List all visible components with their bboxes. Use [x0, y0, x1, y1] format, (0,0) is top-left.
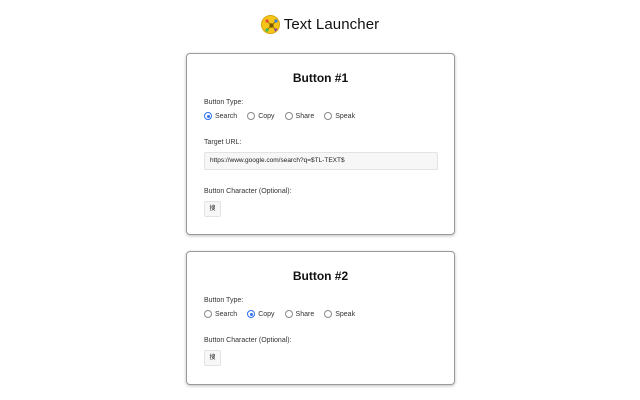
button-character-input[interactable]: 搜 — [204, 350, 221, 366]
text-launcher-logo-icon — [260, 14, 280, 34]
button-2-card: Button #2 Button Type: Search Copy Share… — [186, 251, 455, 385]
radio-option-copy[interactable]: Copy — [247, 310, 275, 318]
radio-option-search[interactable]: Search — [204, 112, 237, 120]
radio-option-search[interactable]: Search — [204, 310, 237, 318]
button-type-label: Button Type: — [204, 297, 244, 304]
radio-label-speak: Speak — [335, 112, 356, 120]
radio-option-share[interactable]: Share — [284, 310, 315, 318]
radio-option-speak[interactable]: Speak — [324, 112, 355, 120]
radio-option-speak[interactable]: Speak — [324, 310, 355, 318]
radio-share[interactable] — [284, 112, 293, 120]
button-character-label: Button Character (Optional): — [204, 337, 292, 344]
radio-share[interactable] — [284, 310, 293, 318]
radio-label-share: Share — [295, 310, 315, 318]
radio-label-copy: Copy — [258, 310, 275, 318]
button-character-label: Button Character (Optional): — [204, 188, 292, 195]
app-title: Text Launcher — [283, 15, 380, 33]
button-type-label: Button Type: — [204, 99, 244, 106]
target-url-input[interactable]: https://www.google.com/search?q=$TL-TEXT… — [204, 152, 438, 170]
radio-search[interactable] — [204, 112, 212, 120]
button-1-card: Button #1 Button Type: Search Copy Share… — [186, 53, 455, 235]
radio-copy[interactable] — [247, 112, 256, 120]
card-title: Button #2 — [292, 269, 349, 283]
button-type-radio-group: Search Copy Share Speak — [204, 310, 355, 318]
button-character-input[interactable]: 搜 — [204, 201, 221, 217]
radio-copy[interactable] — [247, 310, 256, 318]
card-title: Button #1 — [292, 71, 349, 85]
radio-speak[interactable] — [324, 310, 333, 318]
radio-search[interactable] — [204, 310, 212, 318]
target-url-label: Target URL: — [204, 139, 242, 146]
button-type-radio-group: Search Copy Share Speak — [204, 112, 355, 120]
radio-label-search: Search — [215, 112, 238, 120]
radio-label-share: Share — [295, 112, 315, 120]
radio-option-share[interactable]: Share — [284, 112, 315, 120]
radio-speak[interactable] — [324, 112, 333, 120]
radio-label-search: Search — [215, 310, 238, 318]
app-header: Text Launcher — [0, 12, 640, 36]
radio-label-copy: Copy — [258, 112, 275, 120]
radio-label-speak: Speak — [335, 310, 356, 318]
radio-option-copy[interactable]: Copy — [247, 112, 275, 120]
